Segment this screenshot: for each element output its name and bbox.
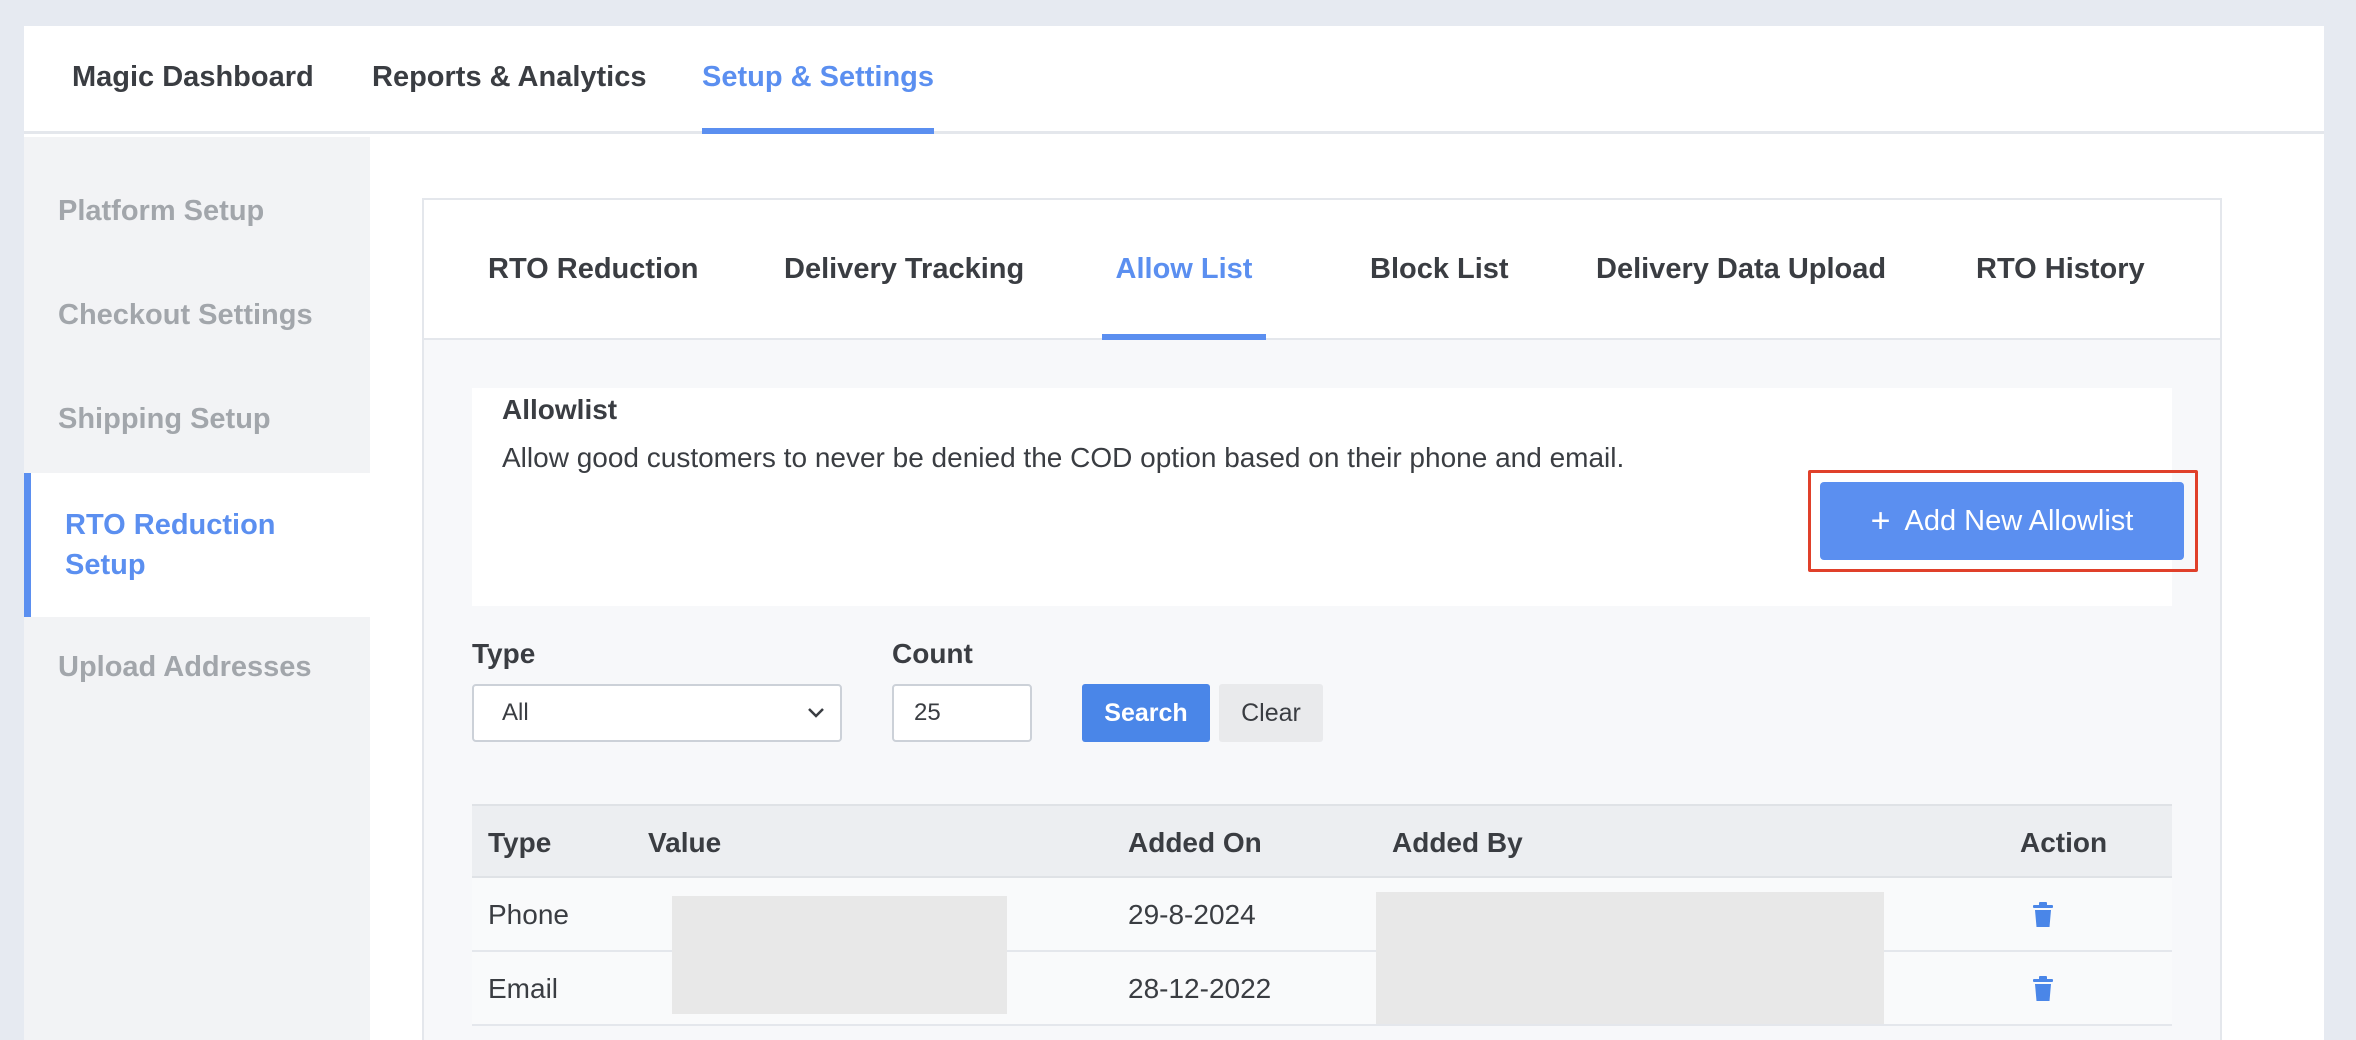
sidebar-item-platform-setup[interactable]: Platform Setup (24, 195, 370, 228)
clear-button[interactable]: Clear (1219, 684, 1323, 742)
column-header-value: Value (648, 827, 722, 858)
column-header-action: Action (2020, 827, 2108, 858)
row-type: Email (488, 973, 559, 1004)
card-title: Allowlist (502, 394, 618, 425)
subtab-rto-reduction[interactable]: RTO Reduction (488, 200, 699, 340)
sidebar: Platform Setup Checkout Settings Shippin… (24, 137, 370, 1040)
type-filter-value: All (502, 699, 529, 726)
count-filter-label: Count (892, 638, 973, 669)
subtab-delivery-data-upload[interactable]: Delivery Data Upload (1596, 200, 1886, 340)
row-type: Phone (488, 899, 569, 930)
count-input[interactable]: 25 (892, 684, 1032, 742)
top-navigation: Magic Dashboard Reports & Analytics Setu… (24, 26, 2324, 134)
trash-icon[interactable] (2032, 902, 2054, 928)
subtab-bar: RTO Reduction Delivery Tracking Allow Li… (424, 200, 2220, 340)
sidebar-item-upload-addresses[interactable]: Upload Addresses (24, 651, 370, 684)
subtab-rto-history[interactable]: RTO History (1976, 200, 2145, 340)
sidebar-item-rto-reduction-setup[interactable]: RTO Reduction Setup (24, 473, 370, 617)
allowlist-card: Allowlist Allow good customers to never … (472, 388, 2198, 606)
plus-icon: + (1870, 502, 1891, 540)
tab-reports-analytics[interactable]: Reports & Analytics (372, 26, 647, 134)
tab-setup-settings[interactable]: Setup & Settings (702, 26, 935, 134)
trash-icon[interactable] (2032, 976, 2054, 1002)
chevron-down-icon (806, 686, 826, 760)
card-description: Allow good customers to never be denied … (502, 442, 1625, 473)
sidebar-item-shipping-setup[interactable]: Shipping Setup (24, 403, 370, 436)
row-added-on: 29-8-2024 (1128, 899, 1256, 930)
column-header-added-by: Added By (1392, 827, 1523, 858)
subtab-allow-list[interactable]: Allow List (1102, 200, 1266, 340)
sidebar-item-checkout-settings[interactable]: Checkout Settings (24, 299, 370, 332)
search-button[interactable]: Search (1082, 684, 1210, 742)
type-filter-select[interactable]: All (472, 684, 842, 742)
redacted-added-by-cell (1376, 892, 1884, 1024)
column-header-added-on: Added On (1128, 827, 1262, 858)
redacted-value-cell (672, 896, 1007, 1014)
column-header-type: Type (488, 827, 552, 858)
subtab-block-list[interactable]: Block List (1370, 200, 1509, 340)
table-header: Type Value Added On Added By Action (472, 804, 2172, 878)
tab-magic-dashboard[interactable]: Magic Dashboard (72, 26, 314, 134)
type-filter-label: Type (472, 638, 536, 669)
add-new-allowlist-button[interactable]: + Add New Allowlist (1820, 482, 2184, 560)
add-new-allowlist-label: Add New Allowlist (1904, 504, 2134, 537)
row-added-on: 28-12-2022 (1128, 973, 1272, 1004)
subtab-delivery-tracking[interactable]: Delivery Tracking (784, 200, 1024, 340)
